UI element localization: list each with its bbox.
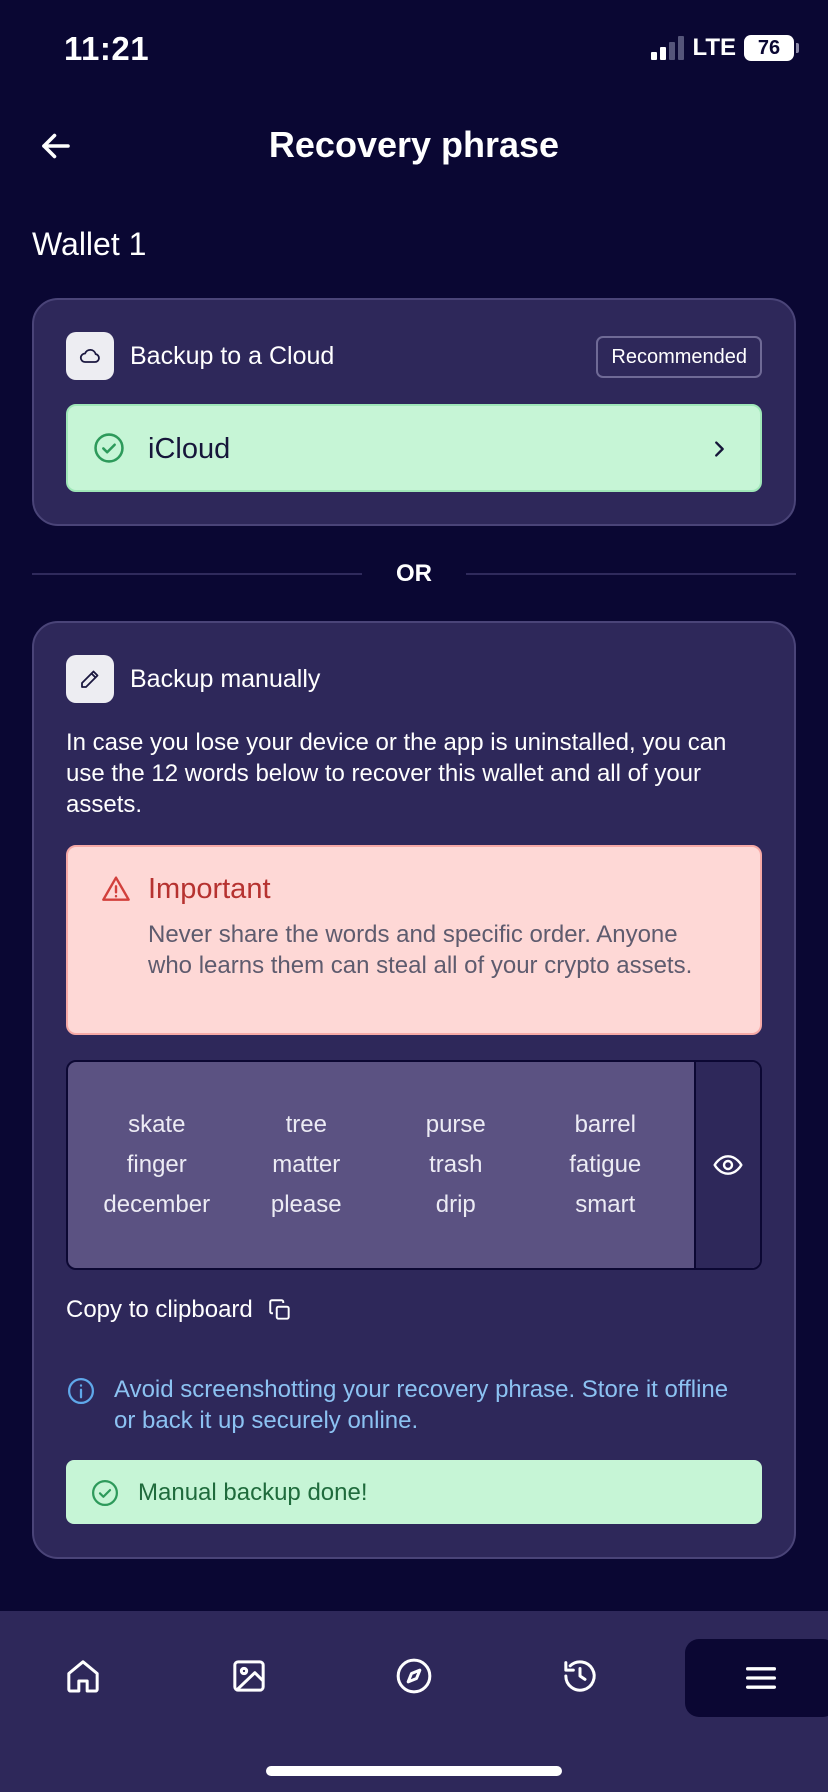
menu-icon <box>746 1667 776 1689</box>
or-text: OR <box>396 560 432 587</box>
recovery-word: purse <box>425 1111 486 1138</box>
done-label: Manual backup done! <box>138 1479 368 1506</box>
battery-level: 76 <box>757 36 781 59</box>
battery-icon: 76 <box>744 35 799 61</box>
recovery-word: skate <box>128 1111 186 1138</box>
icloud-option[interactable]: iCloud <box>66 404 762 492</box>
status-indicators: LTE 76 <box>651 34 799 62</box>
pencil-icon <box>81 670 99 688</box>
network-type: LTE <box>692 34 736 61</box>
info-text: Avoid screenshotting your recovery phras… <box>114 1376 729 1434</box>
recovery-word: fatigue <box>569 1151 642 1178</box>
home-indicator <box>266 1766 562 1776</box>
recovery-word: please <box>270 1191 342 1218</box>
tab-bar <box>0 1611 828 1792</box>
toggle-visibility-button[interactable] <box>694 1062 760 1268</box>
copy-label: Copy to clipboard <box>66 1296 253 1323</box>
cloud-icon <box>79 349 100 363</box>
cloud-icon-box <box>66 332 114 380</box>
cloud-backup-title: Backup to a Cloud <box>130 342 335 370</box>
cloud-backup-card: Backup to a Cloud Recommended iCloud <box>32 298 796 526</box>
recovery-words-box: skate tree purse barrel finger matter tr… <box>66 1060 762 1270</box>
manual-backup-card: Backup manually In case you lose your de… <box>32 621 796 1559</box>
manual-backup-done-status: Manual backup done! <box>66 1460 762 1524</box>
recovery-word: matter <box>272 1151 341 1178</box>
tab-history[interactable] <box>534 1641 626 1711</box>
important-warning: Important Never share the words and spec… <box>66 845 762 1035</box>
recovery-word: barrel <box>574 1111 636 1138</box>
icloud-label: iCloud <box>148 433 231 465</box>
important-title: Important <box>148 873 271 905</box>
recovery-word: smart <box>575 1191 636 1218</box>
recovery-word: finger <box>126 1151 187 1178</box>
recovery-word: drip <box>435 1191 476 1218</box>
chevron-right-icon <box>715 441 724 457</box>
status-bar: 11:21 LTE 76 <box>0 0 828 100</box>
header: Recovery phrase <box>0 110 828 180</box>
recovery-word: tree <box>285 1111 327 1138</box>
copy-to-clipboard-button[interactable]: Copy to clipboard <box>66 1296 293 1324</box>
manual-backup-description: In case you lose your device or the app … <box>66 729 727 818</box>
copy-icon <box>269 1299 290 1320</box>
status-time: 11:21 <box>64 30 150 67</box>
check-circle-icon <box>94 433 124 463</box>
home-icon <box>67 1660 99 1693</box>
pencil-icon-box <box>66 655 114 703</box>
history-icon <box>564 1660 596 1692</box>
check-circle-icon <box>92 1480 118 1506</box>
tab-menu[interactable] <box>685 1639 828 1717</box>
warning-icon <box>102 876 130 901</box>
recovery-words-grid: skate tree purse barrel finger matter tr… <box>68 1062 694 1268</box>
wallet-name: Wallet 1 <box>32 226 147 262</box>
tab-gallery[interactable] <box>203 1641 295 1711</box>
recovery-word: trash <box>429 1151 483 1178</box>
important-text: Never share the words and specific order… <box>148 921 693 979</box>
image-icon <box>233 1660 265 1692</box>
or-divider: OR <box>32 560 796 590</box>
recovery-word: december <box>103 1191 211 1218</box>
signal-icon <box>651 36 685 60</box>
compass-icon <box>396 1658 432 1694</box>
eye-icon <box>713 1155 743 1175</box>
recommended-badge: Recommended <box>596 336 762 378</box>
info-icon <box>68 1378 94 1404</box>
manual-backup-title: Backup manually <box>130 665 321 693</box>
page-title: Recovery phrase <box>268 124 560 165</box>
tab-home[interactable] <box>37 1641 129 1711</box>
tab-explore[interactable] <box>368 1641 460 1711</box>
